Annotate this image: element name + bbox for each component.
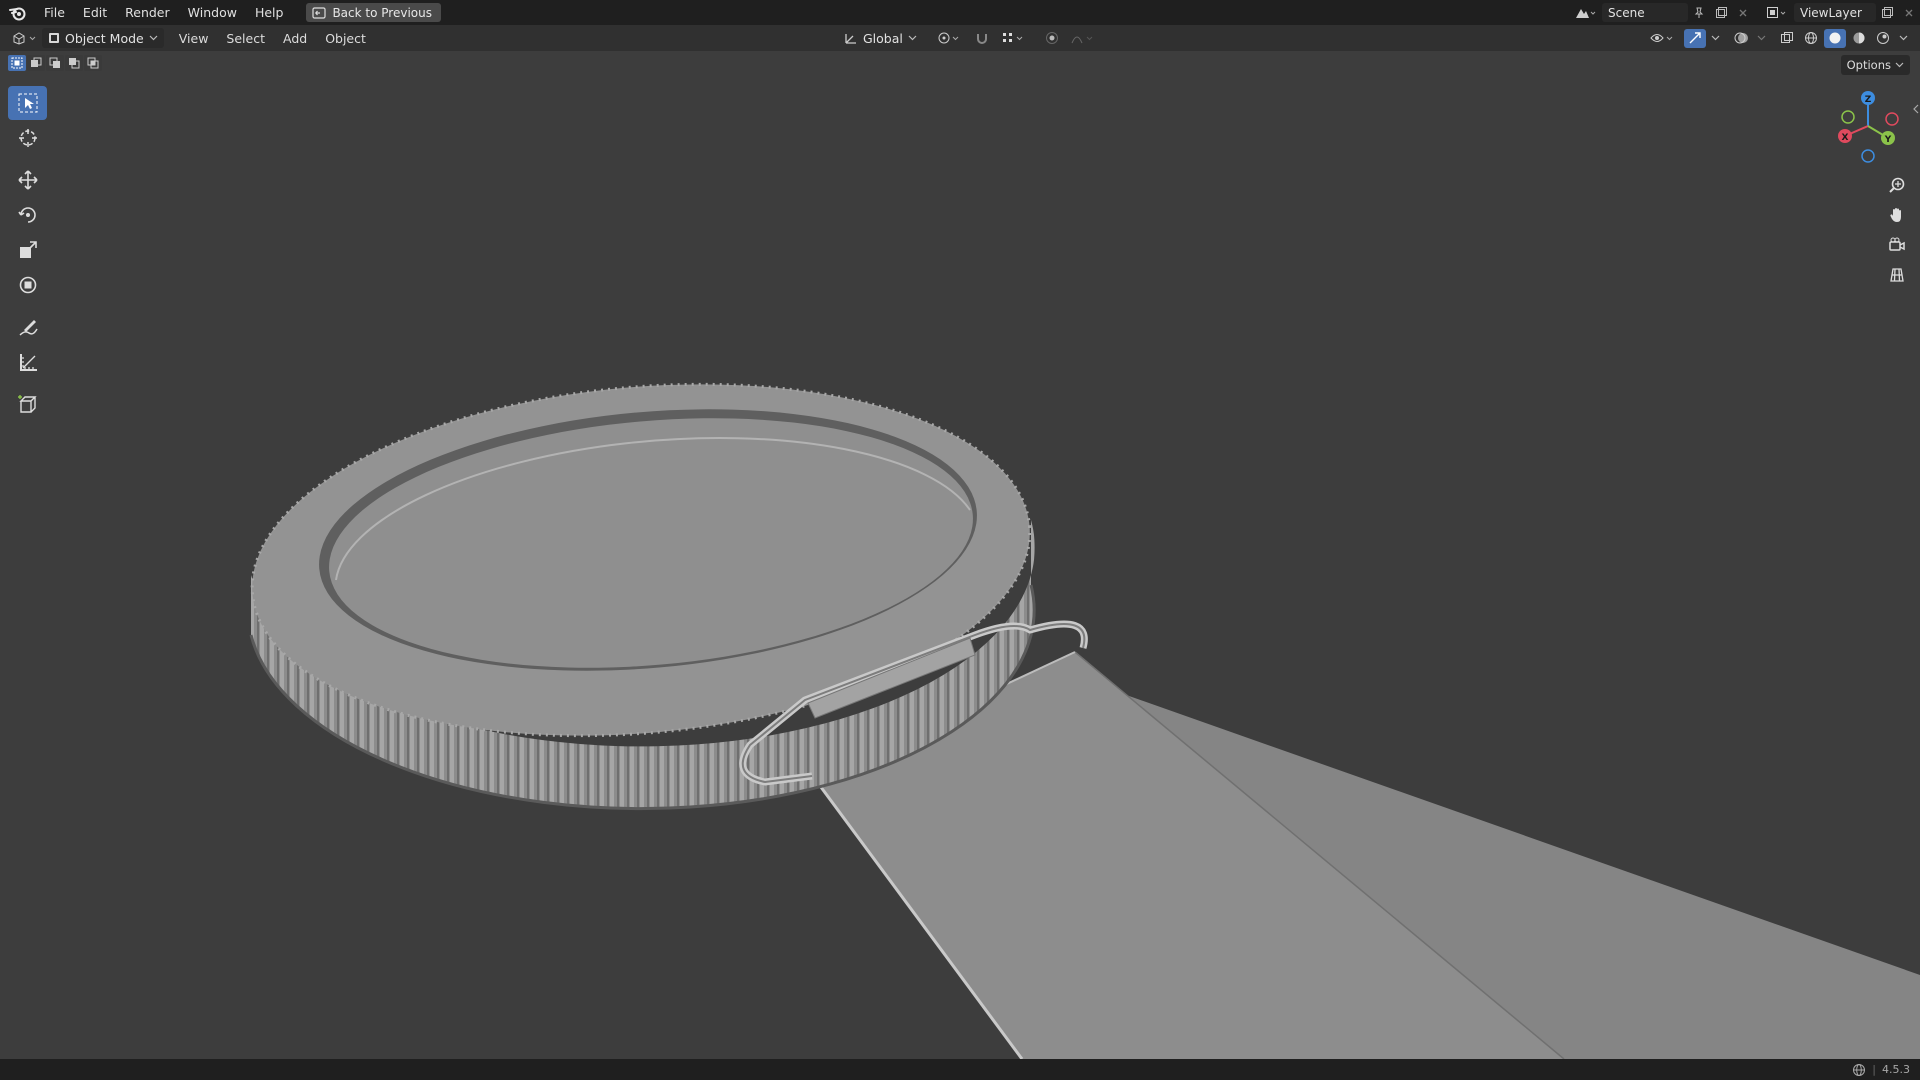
gizmo-z-label: Z bbox=[1865, 95, 1872, 105]
scene-controls: Scene ViewLayer bbox=[1570, 0, 1920, 25]
chevron-down-icon bbox=[1895, 62, 1904, 68]
select-invert-icon[interactable] bbox=[65, 55, 83, 71]
perspective-toggle-icon[interactable] bbox=[1882, 260, 1912, 290]
top-bar: File Edit Render Window Help Back to Pre… bbox=[0, 0, 1920, 25]
wireframe-shading-icon[interactable] bbox=[1800, 29, 1822, 48]
proportional-editing-icon[interactable] bbox=[1041, 29, 1063, 48]
overlays-dropdown-icon[interactable] bbox=[1754, 29, 1768, 48]
delete-view-layer-icon[interactable] bbox=[1898, 3, 1920, 22]
overlays-icon[interactable] bbox=[1730, 29, 1752, 48]
options-label: Options bbox=[1846, 58, 1891, 72]
menu-render[interactable]: Render bbox=[116, 0, 179, 25]
select-new-icon[interactable] bbox=[8, 55, 26, 71]
snap-target-icon[interactable] bbox=[999, 29, 1029, 48]
mode-label: Object Mode bbox=[65, 30, 144, 46]
chevron-down-icon bbox=[149, 35, 158, 41]
select-subtract-icon[interactable] bbox=[46, 55, 64, 71]
gizmo-x-label: X bbox=[1842, 133, 1849, 143]
editor-type-icon[interactable] bbox=[8, 29, 42, 48]
gizmo-y-label: Y bbox=[1884, 135, 1892, 145]
pin-scene-icon[interactable] bbox=[1688, 3, 1710, 22]
medal bbox=[249, 382, 1036, 811]
back-to-previous-label: Back to Previous bbox=[332, 5, 432, 20]
pan-hand-icon[interactable] bbox=[1882, 200, 1912, 230]
orientation-icon bbox=[845, 34, 856, 44]
move-tool-icon[interactable] bbox=[8, 163, 47, 197]
cursor-tool-icon[interactable] bbox=[8, 121, 47, 155]
tool-shelf bbox=[8, 86, 47, 422]
measure-tool-icon[interactable] bbox=[8, 345, 47, 379]
back-icon bbox=[312, 6, 327, 19]
delete-scene-icon[interactable] bbox=[1732, 3, 1754, 22]
material-preview-icon[interactable] bbox=[1848, 29, 1870, 48]
solid-shading-icon[interactable] bbox=[1824, 28, 1846, 48]
object-mode-icon bbox=[49, 33, 59, 43]
gizmo-neg-z[interactable] bbox=[1861, 149, 1875, 163]
navigation-gizmo[interactable]: Z X Y bbox=[1812, 86, 1920, 166]
falloff-icon[interactable] bbox=[1069, 29, 1099, 48]
xray-toggle-icon[interactable] bbox=[1776, 29, 1798, 48]
options-dropdown[interactable]: Options bbox=[1840, 55, 1910, 75]
back-to-previous-button[interactable]: Back to Previous bbox=[306, 3, 441, 22]
pivot-point-icon[interactable] bbox=[935, 29, 965, 48]
rendered-shading-icon[interactable] bbox=[1872, 29, 1894, 48]
scale-tool-icon[interactable] bbox=[8, 233, 47, 267]
gizmo-neg-x[interactable] bbox=[1885, 112, 1899, 126]
camera-view-icon[interactable] bbox=[1882, 230, 1912, 260]
viewport-3d-scene[interactable] bbox=[0, 51, 1920, 1059]
scene-name: Scene bbox=[1608, 5, 1645, 20]
new-view-layer-icon[interactable] bbox=[1876, 3, 1898, 22]
snap-toggle-icon[interactable] bbox=[971, 29, 993, 48]
selection-mode-buttons bbox=[8, 55, 102, 71]
object-mode-dropdown[interactable]: Object Mode bbox=[42, 28, 164, 48]
rotate-tool-icon[interactable] bbox=[8, 198, 47, 232]
menu-view[interactable]: View bbox=[170, 31, 218, 46]
network-globe-icon[interactable] bbox=[1852, 1063, 1866, 1077]
annotate-tool-icon[interactable] bbox=[8, 310, 47, 344]
menu-window[interactable]: Window bbox=[179, 0, 246, 25]
gizmo-toggle-icon[interactable] bbox=[1684, 28, 1706, 48]
menu-edit[interactable]: Edit bbox=[74, 0, 116, 25]
select-extend-icon[interactable] bbox=[27, 55, 45, 71]
blender-logo-icon[interactable] bbox=[9, 4, 27, 22]
view-layer-name: ViewLayer bbox=[1800, 5, 1862, 20]
chevron-down-icon bbox=[908, 35, 917, 41]
transform-controls: Global bbox=[838, 25, 1099, 51]
orientation-dropdown[interactable]: Global bbox=[838, 28, 923, 48]
zoom-icon[interactable] bbox=[1882, 170, 1912, 200]
select-intersect-icon[interactable] bbox=[84, 55, 102, 71]
status-bar: | 4.5.3 bbox=[0, 1059, 1920, 1080]
viewport-display-controls bbox=[1648, 25, 1910, 51]
orientation-label: Global bbox=[863, 30, 903, 46]
select-box-tool-icon[interactable] bbox=[8, 86, 47, 120]
viewport-navigation bbox=[1882, 170, 1912, 290]
visibility-icon[interactable] bbox=[1648, 29, 1678, 48]
menu-add[interactable]: Add bbox=[274, 31, 316, 46]
menu-object[interactable]: Object bbox=[316, 31, 375, 46]
blender-version: 4.5.3 bbox=[1882, 1063, 1910, 1076]
gizmo-dropdown-icon[interactable] bbox=[1708, 29, 1722, 48]
menu-file[interactable]: File bbox=[35, 0, 74, 25]
menu-help[interactable]: Help bbox=[246, 0, 293, 25]
viewport-header: Object Mode View Select Add Object Globa… bbox=[0, 25, 1920, 51]
menu-select[interactable]: Select bbox=[217, 31, 274, 46]
shading-dropdown-icon[interactable] bbox=[1896, 29, 1910, 48]
transform-tool-icon[interactable] bbox=[8, 268, 47, 302]
scene-type-icon[interactable] bbox=[1570, 3, 1600, 22]
status-separator: | bbox=[1872, 1063, 1876, 1076]
view-layer-type-icon[interactable] bbox=[1762, 3, 1792, 22]
view-layer-field[interactable]: ViewLayer bbox=[1794, 3, 1876, 22]
gizmo-neg-y[interactable] bbox=[1841, 110, 1855, 124]
scene-name-field[interactable]: Scene bbox=[1602, 3, 1688, 22]
new-scene-icon[interactable] bbox=[1710, 3, 1732, 22]
add-cube-tool-icon[interactable] bbox=[8, 387, 47, 421]
